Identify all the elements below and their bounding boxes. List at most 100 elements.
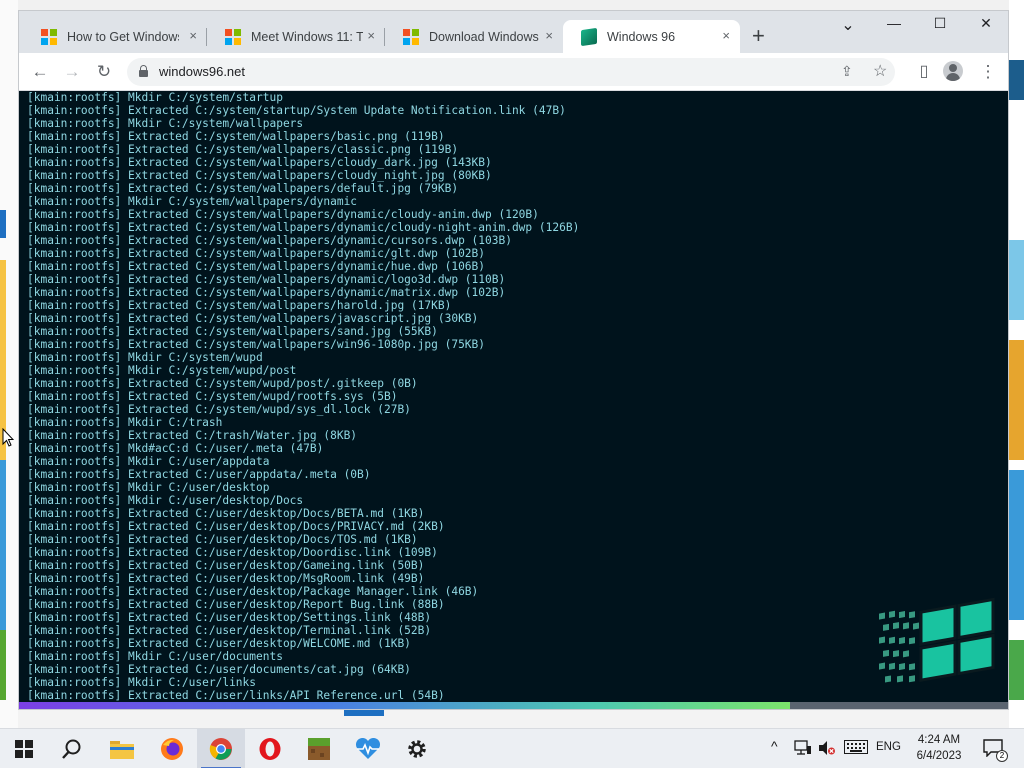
- terminal-line: [kmain:rootfs] Mkdir C:/trash: [27, 416, 223, 429]
- lock-icon[interactable]: [139, 65, 148, 77]
- tab-title: Download Windows: [429, 29, 539, 44]
- close-icon[interactable]: ×: [189, 28, 197, 43]
- terminal-line: [kmain:rootfs] Extracted C:/user/desktop…: [27, 520, 445, 533]
- minimize-button[interactable]: —: [884, 15, 904, 31]
- browser-menu-icon[interactable]: ⋮: [977, 62, 999, 82]
- back-button[interactable]: ←: [29, 62, 51, 82]
- terminal-line: [kmain:rootfs] Extracted C:/system/wallp…: [27, 182, 459, 195]
- firefox-button[interactable]: [148, 729, 196, 768]
- close-window-button[interactable]: ✕: [976, 15, 996, 32]
- file-explorer-icon: [110, 741, 134, 759]
- notification-count-badge: 2: [996, 750, 1008, 762]
- terminal-line: [kmain:rootfs] Extracted C:/system/wallp…: [27, 221, 580, 234]
- terminal-line: [kmain:rootfs] Extracted C:/system/start…: [27, 104, 566, 117]
- chrome-button[interactable]: [197, 729, 245, 768]
- terminal-line: [kmain:rootfs] Extracted C:/system/wallp…: [27, 208, 539, 221]
- opera-icon: [259, 738, 281, 760]
- search-icon: [62, 739, 81, 759]
- terminal-line: [kmain:rootfs] Extracted C:/trash/Water.…: [27, 429, 358, 442]
- share-icon[interactable]: ⇪: [841, 63, 853, 80]
- terminal-line: [kmain:rootfs] Mkdir C:/system/wupd: [27, 351, 263, 364]
- start-button[interactable]: [0, 729, 48, 768]
- side-panel-icon[interactable]: ▯: [913, 62, 935, 82]
- background-page-left: [0, 0, 18, 728]
- forward-button[interactable]: →: [61, 62, 83, 82]
- browser-toolbar: ← → ↻ windows96.net ⇪ ☆ ▯ ⋮: [19, 53, 1008, 91]
- tab-download-windows[interactable]: Download Windows ×: [385, 20, 563, 53]
- terminal-line: [kmain:rootfs] Extracted C:/system/wallp…: [27, 312, 479, 325]
- windows-logo-icon: [41, 28, 57, 45]
- firefox-icon: [161, 738, 183, 760]
- network-icon[interactable]: [794, 740, 812, 756]
- terminal-line: [kmain:rootfs] Extracted C:/user/desktop…: [27, 598, 445, 611]
- tab-title: Windows 96: [607, 29, 676, 44]
- terminal-line: [kmain:rootfs] Extracted C:/system/wupd/…: [27, 390, 398, 403]
- windows-logo-icon: [403, 28, 419, 45]
- taskbar: ^ ENG 4:24 AM 6/4/2023 2: [0, 728, 1024, 768]
- terminal-line: [kmain:rootfs] Extracted C:/system/wallp…: [27, 143, 459, 156]
- tab-meet-windows-11[interactable]: Meet Windows 11: Th ×: [207, 20, 385, 53]
- terminal-line: [kmain:rootfs] Extracted C:/user/desktop…: [27, 546, 438, 559]
- bookmark-star-icon[interactable]: ☆: [873, 61, 887, 81]
- terminal-line: [kmain:rootfs] Extracted C:/system/wupd/…: [27, 377, 418, 390]
- terminal-line: [kmain:rootfs] Mkdir C:/user/desktop/Doc…: [27, 494, 304, 507]
- terminal-line: [kmain:rootfs] Extracted C:/system/wallp…: [27, 325, 438, 338]
- terminal-line: [kmain:rootfs] Mkdir C:/user/links: [27, 676, 257, 689]
- terminal-line: [kmain:rootfs] Mkdir C:/user/appdata: [27, 455, 270, 468]
- file-explorer-button[interactable]: [98, 729, 146, 768]
- terminal-line: [kmain:rootfs] Extracted C:/system/wallp…: [27, 273, 506, 286]
- input-language[interactable]: ENG: [876, 741, 901, 753]
- tab-search-button[interactable]: ⌄: [838, 15, 858, 35]
- tab-title: How to Get Windows: [67, 29, 179, 44]
- boot-progress-fill: [19, 702, 791, 709]
- terminal-line: [kmain:rootfs] Extracted C:/user/documen…: [27, 663, 411, 676]
- background-page-right: [1009, 0, 1024, 728]
- health-app-button[interactable]: [344, 729, 392, 768]
- terminal-line: [kmain:rootfs] Extracted C:/user/desktop…: [27, 637, 411, 650]
- terminal-line: [kmain:rootfs] Mkdir C:/system/startup: [27, 91, 283, 104]
- close-icon[interactable]: ×: [545, 28, 553, 43]
- terminal-line: [kmain:rootfs] Extracted C:/user/desktop…: [27, 507, 425, 520]
- new-tab-button[interactable]: +: [752, 25, 765, 47]
- keyboard-icon[interactable]: [844, 740, 868, 754]
- terminal-line: [kmain:rootfs] Extracted C:/user/desktop…: [27, 572, 425, 585]
- close-icon[interactable]: ×: [722, 28, 730, 43]
- terminal-line: [kmain:rootfs] Extracted C:/user/desktop…: [27, 585, 479, 598]
- volume-muted-icon[interactable]: [818, 740, 836, 756]
- terminal-line: [kmain:rootfs] Extracted C:/system/wallp…: [27, 234, 512, 247]
- terminal-line: [kmain:rootfs] Mkdir C:/system/wallpaper…: [27, 195, 358, 208]
- minecraft-button[interactable]: [295, 729, 343, 768]
- url-text[interactable]: windows96.net: [159, 64, 245, 79]
- chrome-icon: [209, 738, 232, 760]
- terminal-line: [kmain:rootfs] Extracted C:/system/wallp…: [27, 130, 445, 143]
- tab-strip: How to Get Windows × Meet Windows 11: Th…: [19, 11, 1008, 53]
- terminal-line: [kmain:rootfs] Extracted C:/user/desktop…: [27, 559, 425, 572]
- terminal-line: [kmain:rootfs] Extracted C:/user/desktop…: [27, 611, 432, 624]
- boot-progress-bar: [19, 702, 1008, 709]
- address-bar[interactable]: windows96.net ⇪ ☆: [127, 58, 895, 86]
- start-icon: [15, 740, 33, 758]
- boot-terminal: [kmain:rootfs] Mkdir C:/system/startup [k…: [19, 91, 1008, 702]
- health-app-icon: [355, 738, 381, 759]
- terminal-line: [kmain:rootfs] Extracted C:/user/desktop…: [27, 624, 432, 637]
- show-hidden-icons-chevron-icon[interactable]: ^: [771, 738, 778, 754]
- terminal-line: [kmain:rootfs] Extracted C:/system/wallp…: [27, 156, 492, 169]
- terminal-line: [kmain:rootfs] Extracted C:/system/wallp…: [27, 169, 492, 182]
- terminal-line: [kmain:rootfs] Extracted C:/user/links/A…: [27, 689, 445, 702]
- close-icon[interactable]: ×: [367, 28, 375, 43]
- tab-how-to-get-windows[interactable]: How to Get Windows ×: [23, 20, 207, 53]
- search-button[interactable]: [48, 729, 96, 768]
- clock[interactable]: 4:24 AM 6/4/2023: [909, 732, 969, 764]
- profile-avatar-icon[interactable]: [943, 61, 963, 81]
- reload-button[interactable]: ↻: [93, 62, 115, 82]
- tab-title: Meet Windows 11: Th: [251, 29, 363, 44]
- terminal-line: [kmain:rootfs] Extracted C:/user/appdata…: [27, 468, 371, 481]
- tab-windows-96[interactable]: Windows 96 ×: [563, 20, 740, 53]
- terminal-line: [kmain:rootfs] Mkdir C:/system/wupd/post: [27, 364, 297, 377]
- settings-button[interactable]: [393, 729, 441, 768]
- maximize-button[interactable]: ☐: [930, 15, 950, 32]
- opera-button[interactable]: [246, 729, 294, 768]
- terminal-line: [kmain:rootfs] Extracted C:/system/wallp…: [27, 247, 486, 260]
- mouse-cursor-icon: [2, 428, 14, 447]
- terminal-line: [kmain:rootfs] Mkdir C:/user/documents: [27, 650, 283, 663]
